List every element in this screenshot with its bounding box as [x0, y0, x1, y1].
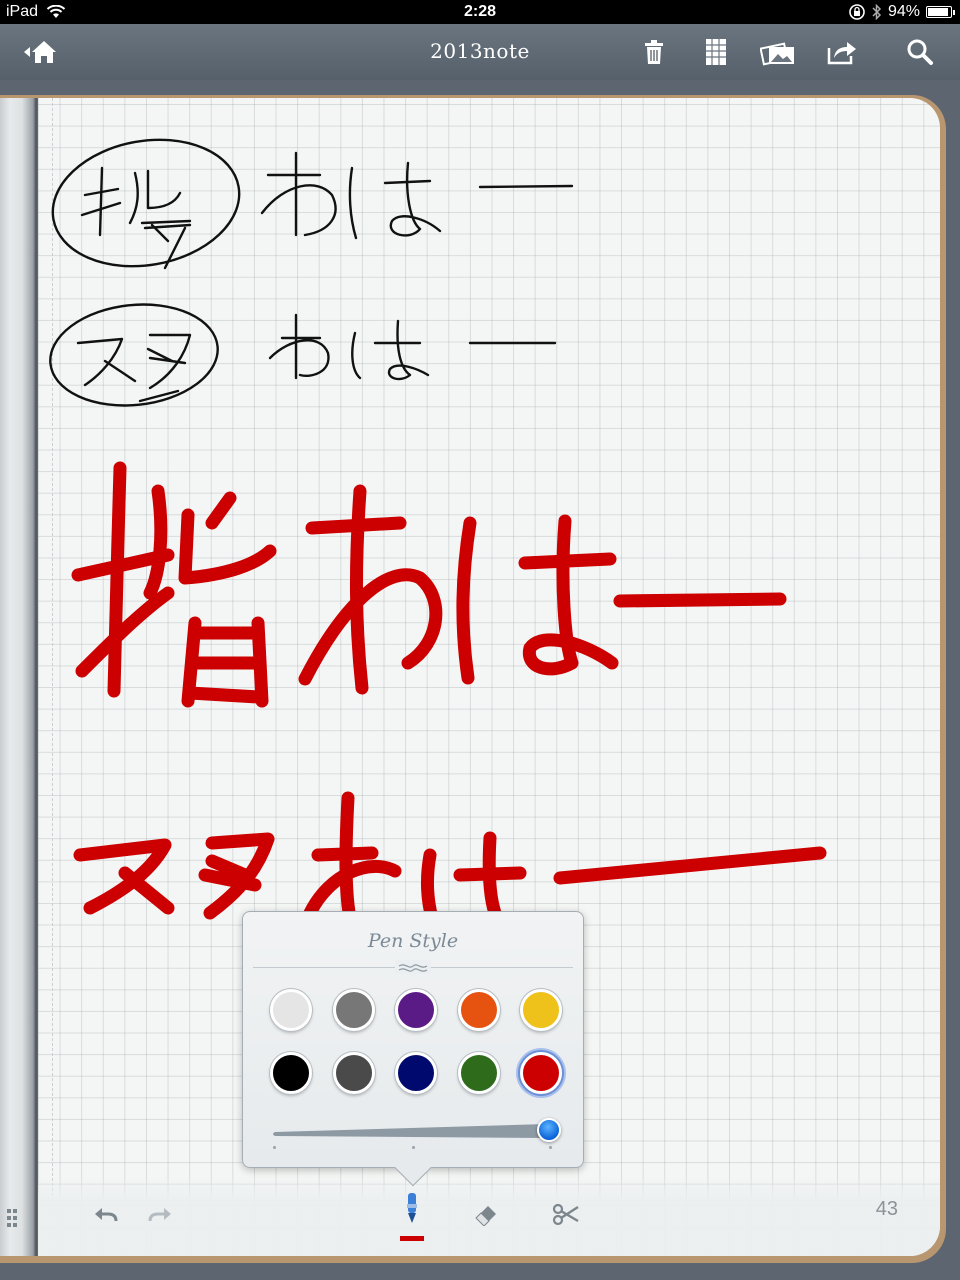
share-button[interactable] — [824, 34, 860, 70]
grid-handle-icon — [7, 1209, 17, 1227]
color-swatch[interactable] — [332, 1052, 375, 1094]
bluetooth-icon — [872, 4, 882, 20]
pen-style-title: Pen Style — [367, 930, 459, 952]
notebook-title: 2013note — [430, 39, 530, 63]
redo-button[interactable] — [140, 1194, 180, 1234]
page-number: 43 — [875, 1198, 898, 1220]
status-bar: iPad 2:28 94% — [0, 0, 960, 24]
rotation-lock-icon — [849, 4, 865, 20]
flourish-ornament — [395, 960, 431, 974]
scissors-icon — [552, 1203, 579, 1226]
color-swatch[interactable] — [332, 989, 375, 1031]
photos-icon — [760, 42, 794, 66]
trash-icon — [645, 40, 663, 64]
battery-icon — [926, 6, 955, 18]
color-swatch[interactable] — [520, 989, 562, 1031]
pen-size-slider-knob[interactable] — [537, 1118, 561, 1142]
red-ink-line-1 — [71, 461, 787, 708]
color-swatch[interactable] — [270, 1052, 312, 1094]
black-ink-line-1 — [51, 138, 574, 270]
scissors-tool-button[interactable] — [546, 1194, 586, 1234]
page-browser-handle[interactable] — [6, 1208, 24, 1232]
page-grid-icon — [706, 39, 726, 65]
color-swatch[interactable] — [270, 989, 312, 1031]
pen-icon — [407, 1193, 417, 1223]
bottom-toolbar: 43 — [38, 1176, 940, 1256]
share-icon — [827, 42, 856, 65]
page-paper-button[interactable] — [698, 34, 734, 70]
undo-icon — [95, 1208, 118, 1222]
eraser-tool-button[interactable] — [466, 1194, 506, 1234]
search-button[interactable] — [902, 34, 938, 70]
pen-style-popover: Pen Style — [242, 911, 584, 1187]
pen-size-slider[interactable] — [271, 1122, 551, 1140]
color-swatch[interactable] — [457, 1052, 500, 1094]
color-swatch[interactable] — [457, 989, 500, 1031]
black-ink-line-2 — [49, 303, 557, 407]
photos-button[interactable] — [760, 34, 796, 70]
color-swatch[interactable] — [395, 989, 437, 1031]
red-ink-line-2 — [73, 791, 827, 925]
pen-tool-button[interactable] — [392, 1186, 432, 1232]
status-time: 2:28 — [463, 3, 497, 20]
color-swatch[interactable] — [520, 1052, 562, 1094]
eraser-icon — [475, 1206, 496, 1226]
search-icon — [907, 39, 933, 65]
color-swatch[interactable] — [395, 1052, 437, 1094]
battery-percent: 94% — [887, 3, 920, 20]
trash-button[interactable] — [636, 34, 672, 70]
undo-button[interactable] — [86, 1194, 126, 1234]
active-tool-indicator — [400, 1236, 424, 1241]
redo-icon — [148, 1208, 171, 1222]
app-toolbar: 2013note — [0, 24, 960, 80]
